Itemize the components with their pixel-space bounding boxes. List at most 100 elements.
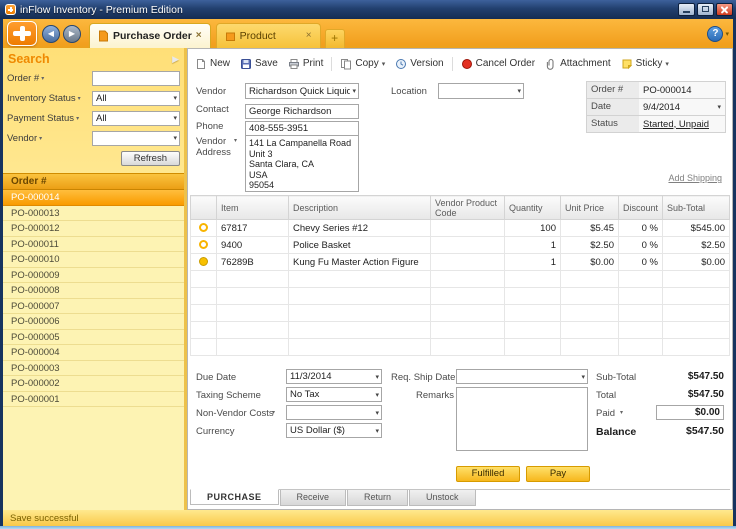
caret-down-icon[interactable]: ▾ [620, 409, 623, 416]
payment-status-select[interactable]: All▾ [92, 111, 180, 126]
item-row[interactable] [191, 322, 730, 339]
new-button[interactable]: New [190, 56, 235, 72]
column-header-quantity[interactable]: Quantity [505, 196, 561, 220]
order-list-item[interactable]: PO-000007 [3, 299, 184, 315]
empty-circle-icon [199, 240, 208, 249]
tab-return[interactable]: Return [347, 490, 408, 506]
help-button[interactable]: ? [707, 26, 723, 42]
title-bar[interactable]: inFlow Inventory - Premium Edition [0, 0, 736, 19]
caret-down-icon: ▾ [717, 103, 721, 111]
currency-select[interactable]: US Dollar ($)▾ [286, 423, 382, 438]
req-ship-date-picker[interactable]: ▾ [456, 369, 588, 384]
caret-down-icon: ▾ [375, 391, 379, 399]
new-tab-button[interactable]: + [325, 29, 345, 48]
save-button[interactable]: Save [235, 56, 283, 72]
tab-close-icon[interactable]: × [196, 31, 202, 41]
tab-receive[interactable]: Receive [280, 490, 347, 506]
minimize-button[interactable] [678, 3, 695, 16]
print-button[interactable]: Print [283, 56, 329, 72]
item-row[interactable]: 9400Police Basket1$2.500 %$2.50 [191, 237, 730, 254]
column-header-vendor-product-code[interactable]: Vendor Product Code [431, 196, 505, 220]
sticky-button[interactable]: Sticky ▾ [616, 56, 674, 72]
status-bar: Save successful [3, 510, 733, 526]
contact-input[interactable] [245, 104, 359, 119]
item-row[interactable]: 76289BKung Fu Master Action Figure1$0.00… [191, 254, 730, 271]
order-list-item[interactable]: PO-000004 [3, 345, 184, 361]
column-header-sub-total[interactable]: Sub-Total [663, 196, 730, 220]
caret-down-icon[interactable]: ▾ [234, 137, 237, 144]
column-header-unit-price[interactable]: Unit Price [561, 196, 619, 220]
caret-down-icon[interactable]: ▾ [39, 135, 42, 142]
items-table: Item Description Vendor Product Code Qua… [190, 195, 730, 356]
order-list-item[interactable]: PO-000005 [3, 330, 184, 346]
paid-value-box[interactable]: $0.00 [656, 405, 724, 420]
remarks-textarea[interactable] [456, 387, 588, 451]
attachment-button[interactable]: Attachment [540, 56, 616, 72]
phone-input[interactable] [245, 121, 359, 136]
order-list-item[interactable]: PO-000014 [3, 190, 184, 206]
version-button[interactable]: Version [390, 56, 448, 72]
help-caret-icon[interactable]: ▾ [725, 30, 729, 38]
cancel-order-button[interactable]: Cancel Order [456, 56, 540, 72]
item-row[interactable]: 67817Chevy Series #12100$5.450 %$545.00 [191, 220, 730, 237]
tab-purchase-order[interactable]: Purchase Order × [89, 23, 211, 48]
column-header-item[interactable]: Item [217, 196, 289, 220]
order-list-item[interactable]: PO-000006 [3, 314, 184, 330]
balance-value: $547.50 [644, 425, 724, 437]
order-list-item[interactable]: PO-000012 [3, 221, 184, 237]
vendor-address-box[interactable]: 141 La Campanella Road Unit 3 Santa Clar… [245, 135, 359, 192]
add-shipping-link[interactable]: Add Shipping [668, 173, 722, 183]
fulfilled-button[interactable]: Fulfilled [456, 466, 520, 482]
order-list-item[interactable]: PO-000013 [3, 206, 184, 222]
taxing-scheme-select[interactable]: No Tax▾ [286, 387, 382, 402]
close-button[interactable] [716, 3, 733, 16]
item-row[interactable] [191, 288, 730, 305]
caret-down-icon[interactable]: ▾ [272, 409, 275, 416]
copy-icon [340, 58, 352, 70]
item-row[interactable] [191, 305, 730, 322]
item-row[interactable] [191, 339, 730, 356]
tab-unstock[interactable]: Unstock [409, 490, 476, 506]
toolbar-separator [331, 57, 332, 71]
column-header-status[interactable] [191, 196, 217, 220]
order-list-item[interactable]: PO-000002 [3, 376, 184, 392]
column-header-discount[interactable]: Discount [619, 196, 663, 220]
date-picker[interactable]: 9/4/2014▾ [639, 99, 725, 115]
vendor-select[interactable]: Richardson Quick Liquidation▾ [245, 83, 359, 99]
caret-down-icon[interactable]: ▾ [78, 95, 81, 102]
tab-purchase[interactable]: PURCHASE [190, 489, 279, 505]
filled-circle-icon [199, 257, 208, 266]
due-date-picker[interactable]: 11/3/2014▾ [286, 369, 382, 384]
maximize-button[interactable] [697, 3, 714, 16]
order-list-item[interactable]: PO-000003 [3, 361, 184, 377]
inventory-status-select[interactable]: All▾ [92, 91, 180, 106]
vendor-address-label: Vendor Address [196, 136, 234, 158]
order-list-item[interactable]: PO-000008 [3, 283, 184, 299]
tab-product[interactable]: Product × [216, 23, 321, 48]
filter-inventory-status: Inventory Status ▾ All▾ [3, 88, 184, 108]
caret-down-icon[interactable]: ▾ [41, 75, 44, 82]
caret-down-icon[interactable]: ▾ [76, 115, 79, 122]
item-row[interactable] [191, 271, 730, 288]
back-button[interactable]: ◀ [42, 25, 60, 43]
order-number-value: PO-000014 [639, 82, 725, 98]
forward-button[interactable]: ▶ [63, 25, 81, 43]
order-list-item[interactable]: PO-000009 [3, 268, 184, 284]
location-select[interactable]: ▾ [438, 83, 524, 99]
non-vendor-costs-select[interactable]: ▾ [286, 405, 382, 420]
inflow-logo-icon[interactable] [7, 21, 37, 46]
tab-close-icon[interactable]: × [306, 31, 312, 41]
order-list-header[interactable]: Order # [3, 173, 184, 190]
version-icon [395, 58, 407, 70]
order-list-item[interactable]: PO-000001 [3, 392, 184, 408]
order-list-item[interactable]: PO-000011 [3, 237, 184, 253]
order-number-filter-input[interactable] [92, 71, 180, 86]
copy-button[interactable]: Copy ▾ [335, 56, 390, 72]
vendor-filter-select[interactable]: ▾ [92, 131, 180, 146]
status-value-link[interactable]: Started, Unpaid [643, 119, 709, 130]
collapse-panel-icon[interactable]: ▶ [172, 54, 179, 65]
column-header-description[interactable]: Description [289, 196, 431, 220]
pay-button[interactable]: Pay [526, 466, 590, 482]
order-list-item[interactable]: PO-000010 [3, 252, 184, 268]
refresh-button[interactable]: Refresh [121, 151, 180, 166]
